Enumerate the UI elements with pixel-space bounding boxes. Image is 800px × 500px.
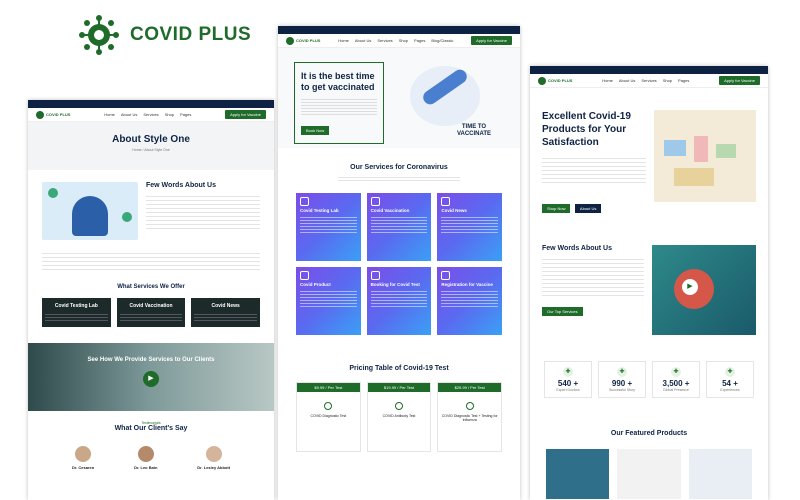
testimonials-heading: What Our Client's Say [114,425,188,432]
about-us-button[interactable]: About Us [574,204,602,213]
testimonial-row: Dr. Cesaren Dr. Leo Bain Dr. Lesley Abbo… [28,432,274,470]
doctor-card: Dr. Leo Bain [134,446,157,470]
stat-card: ✚ 54 + Experiences [706,361,754,398]
doctor-card: Dr. Cesaren [72,446,94,470]
hero: It is the best time to get vaccinated Bo… [278,48,520,148]
service-card[interactable]: Booking for Covid Test [366,267,432,335]
page-banner: About Style One Home / About Style One [28,122,274,170]
page-title: About Style One [112,134,190,145]
brand-name: COVID PLUS [130,24,252,45]
left-page-mockup: COVID PLUS Home About Us Services Shop Pages… [28,100,274,500]
vaccine-illustration: TIME TO VACCINATE [390,62,504,148]
service-card[interactable]: Covid Product [296,267,361,335]
video-section: See How We Provide Services to Our Clien… [28,343,274,411]
vaccinate-text: TIME TO VACCINATE [456,124,492,137]
stat-icon: ✚ [617,367,627,377]
service-card[interactable]: Registration for Vaccine [437,267,502,335]
avatar [75,446,92,462]
doctor-card: Dr. Lesley Abbott [197,446,230,470]
navbar[interactable]: COVID PLUS Home About Us Services Shop Pages… [278,34,520,48]
topbar [278,26,520,34]
few-words-heading: Few Words About Us [542,245,612,252]
price-card[interactable]: $29.99 / Per Test COVID Diagnostic Test +… [437,382,503,452]
service-cards: Covid Testing Lab Covid Vaccination Covi… [28,290,274,327]
stats-row: ✚ 540 + Expert Doctors ✚ 990 + Successful St… [530,335,768,398]
hero-text [301,97,377,115]
virus-image: ▶ [652,245,756,335]
play-icon[interactable]: ▶ [143,371,159,387]
avatar [205,446,222,462]
shop-now-button[interactable]: Shop Now [542,204,571,213]
nav-logo[interactable]: COVID PLUS [286,36,320,45]
play-icon[interactable]: ▶ [682,279,698,295]
service-card[interactable]: Covid Vaccination [116,298,186,327]
essential-kit-illustration [654,110,756,202]
apply-vaccine-button[interactable]: Apply for Vaccine [225,110,266,119]
about-section: Few Words About Us Our Top Services ▶ [530,215,768,335]
nav-logo[interactable]: COVID PLUS [36,110,70,119]
book-now-button[interactable]: Book Now [301,126,330,135]
service-card[interactable]: Covid Testing Lab [42,298,111,327]
product-card[interactable] [617,449,681,499]
apply-vaccine-button[interactable]: Apply for Vaccine [719,76,760,85]
topbar [28,100,274,108]
stat-card: ✚ 540 + Expert Doctors [544,361,592,398]
family-illustration [42,182,138,240]
nav-menu[interactable]: Home About Us Services Shop Pages [104,112,191,117]
nav-menu[interactable]: Home About Us Services Shop Pages Blog/Classi… [338,38,453,43]
stat-card: ✚ 990 + Successful Story [598,361,646,398]
service-card[interactable]: Covid Testing Lab [296,193,361,261]
navbar[interactable]: COVID PLUS Home About Us Services Shop Pages… [28,108,274,122]
pricing-row: $9.99 / Per Test COVID Diagnostic Test $1… [278,372,520,452]
product-card[interactable] [546,449,610,499]
price-card[interactable]: $9.99 / Per Test COVID Diagnostic Test [296,382,361,452]
about-paragraph [42,250,260,272]
about-text [146,193,260,229]
stat-icon: ✚ [671,367,681,377]
featured-heading: Our Featured Products [610,430,688,437]
stat-card: ✚ 3,500 + Global Presence [652,361,700,398]
topbar [530,66,768,74]
stat-icon: ✚ [725,367,735,377]
service-card[interactable]: Covid News [437,193,502,261]
few-words-heading: Few Words About Us [146,182,216,189]
avatar [137,446,154,462]
about-section: Few Words About Us [28,170,274,240]
price-card[interactable]: $19.99 / Per Test COVID Antibody Test [366,382,432,452]
hero: Excellent Covid-19 Products for Your Sat… [530,88,768,215]
featured-products [530,437,768,499]
video-heading: See How We Provide Services to Our Clien… [87,357,215,363]
service-card[interactable]: Covid Vaccination [366,193,432,261]
top-services-button[interactable]: Our Top Services [542,307,583,316]
center-page-mockup: COVID PLUS Home About Us Services Shop Pages… [278,26,520,500]
breadcrumb[interactable]: Home / About Style One [28,148,274,153]
nav-menu[interactable]: Home About Us Services Shop Pages [602,78,689,83]
hero-title: Excellent Covid-19 Products for Your Sat… [542,111,631,148]
product-card[interactable] [688,449,752,499]
right-page-mockup: COVID PLUS Home About Us Services Shop Pages… [530,66,768,500]
brand: COVID PLUS [78,14,251,56]
services-grid: Covid Testing Lab Covid Vaccination Covi… [278,183,520,335]
stat-icon: ✚ [563,367,573,377]
apply-vaccine-button[interactable]: Apply for Vaccine [471,36,512,45]
virus-logo-icon [79,15,119,55]
service-card[interactable]: Covid News [191,298,261,327]
hero-text-box: It is the best time to get vaccinated Bo… [294,62,384,144]
hero-title: It is the best time to get vaccinated [301,71,375,92]
nav-logo[interactable]: COVID PLUS [538,76,572,85]
services-heading: Our Services for Coronavirus [350,164,448,171]
pricing-heading: Pricing Table of Covid-19 Test [349,365,449,372]
navbar[interactable]: COVID PLUS Home About Us Services Shop Pages… [530,74,768,88]
